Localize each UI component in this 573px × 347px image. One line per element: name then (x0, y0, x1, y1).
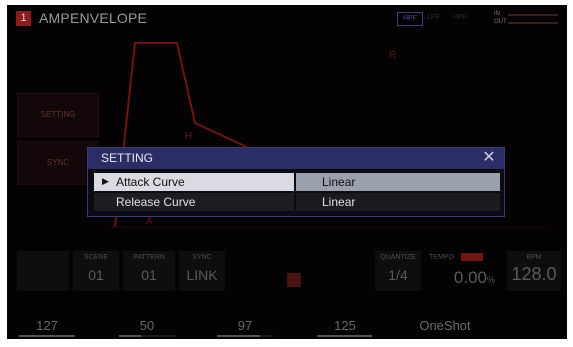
param-4-track (317, 335, 373, 337)
scene-label: SCENE (83, 254, 109, 261)
scene-value: 01 (88, 267, 104, 283)
param-knob-3[interactable]: 97 (217, 305, 273, 339)
bpm-value: 128.0 (511, 264, 557, 284)
dialog-header: SETTING ✕ (88, 148, 504, 169)
param-2-track (119, 335, 175, 337)
dialog-title: SETTING (101, 151, 154, 165)
pattern-value: 01 (141, 267, 157, 283)
release-curve-label: Release Curve (116, 195, 196, 209)
pattern-label: PATTERN (133, 254, 165, 261)
param-1-fill (19, 335, 75, 337)
dialog-row-attack-curve[interactable]: ▶ Attack Curve Linear (94, 173, 500, 191)
attack-curve-label-cell[interactable]: ▶ Attack Curve (94, 173, 294, 191)
param-3-track (217, 335, 273, 337)
record-indicator (287, 273, 301, 287)
setting-dialog: SETTING ✕ ▶ Attack Curve Linear Release … (87, 147, 505, 217)
param-1-value: 127 (36, 318, 58, 333)
bpm-label: BPM (526, 254, 542, 261)
bpm-cell[interactable]: BPM 128.0 (507, 251, 561, 291)
sync-value: LINK (186, 267, 218, 283)
pattern-cell[interactable]: PATTERN 01 (123, 251, 175, 291)
selection-arrow-icon: ▶ (102, 176, 109, 186)
attack-curve-label: Attack Curve (116, 175, 185, 189)
attack-curve-value-cell[interactable]: Linear (296, 173, 500, 191)
release-curve-label-cell[interactable]: Release Curve (94, 193, 294, 211)
envelope-attack-label: A (146, 216, 153, 227)
param-2-value: 50 (139, 318, 155, 333)
param-knob-5[interactable]: OneShot (407, 305, 483, 339)
param-knob-4[interactable]: 125 (317, 305, 373, 339)
envelope-hold-label: H (185, 131, 193, 142)
param-knob-1[interactable]: 127 (19, 305, 75, 339)
param-1-track (19, 335, 75, 337)
close-icon[interactable]: ✕ (480, 149, 498, 167)
device-screenshot: 1 AMPENVELOPE HPF LPF HPF IN OUT H R A S… (0, 0, 573, 347)
param-2-fill (119, 335, 141, 337)
sync-cell[interactable]: SYNC LINK (179, 251, 225, 291)
dialog-row-release-curve[interactable]: Release Curve Linear (94, 193, 500, 211)
envelope-release-label: R (389, 50, 397, 61)
quantize-value: 1/4 (388, 267, 408, 283)
release-curve-value: Linear (322, 195, 356, 209)
param-4-fill (317, 335, 372, 337)
tempo-value: 0.00% (453, 268, 495, 287)
quantize-cell[interactable]: QUANTIZE 1/4 (375, 251, 421, 291)
sync-label: SYNC (192, 254, 212, 261)
setting-side-button[interactable]: SETTING (17, 93, 99, 137)
param-3-fill (217, 335, 260, 337)
param-4-value: 125 (334, 318, 356, 333)
param-knob-2[interactable]: 50 (119, 305, 175, 339)
tempo-cell[interactable]: TEMPO 0.00% (425, 251, 503, 291)
device-display: 1 AMPENVELOPE HPF LPF HPF IN OUT H R A S… (7, 5, 567, 339)
release-curve-value-cell[interactable]: Linear (296, 193, 500, 211)
tempo-badge (461, 253, 483, 261)
param-3-value: 97 (237, 318, 253, 333)
mode-cell[interactable] (17, 251, 69, 291)
attack-curve-value: Linear (322, 175, 356, 189)
quantize-label: QUANTIZE (380, 254, 416, 261)
param-5-value: OneShot (419, 318, 471, 333)
scene-cell[interactable]: SCENE 01 (73, 251, 119, 291)
